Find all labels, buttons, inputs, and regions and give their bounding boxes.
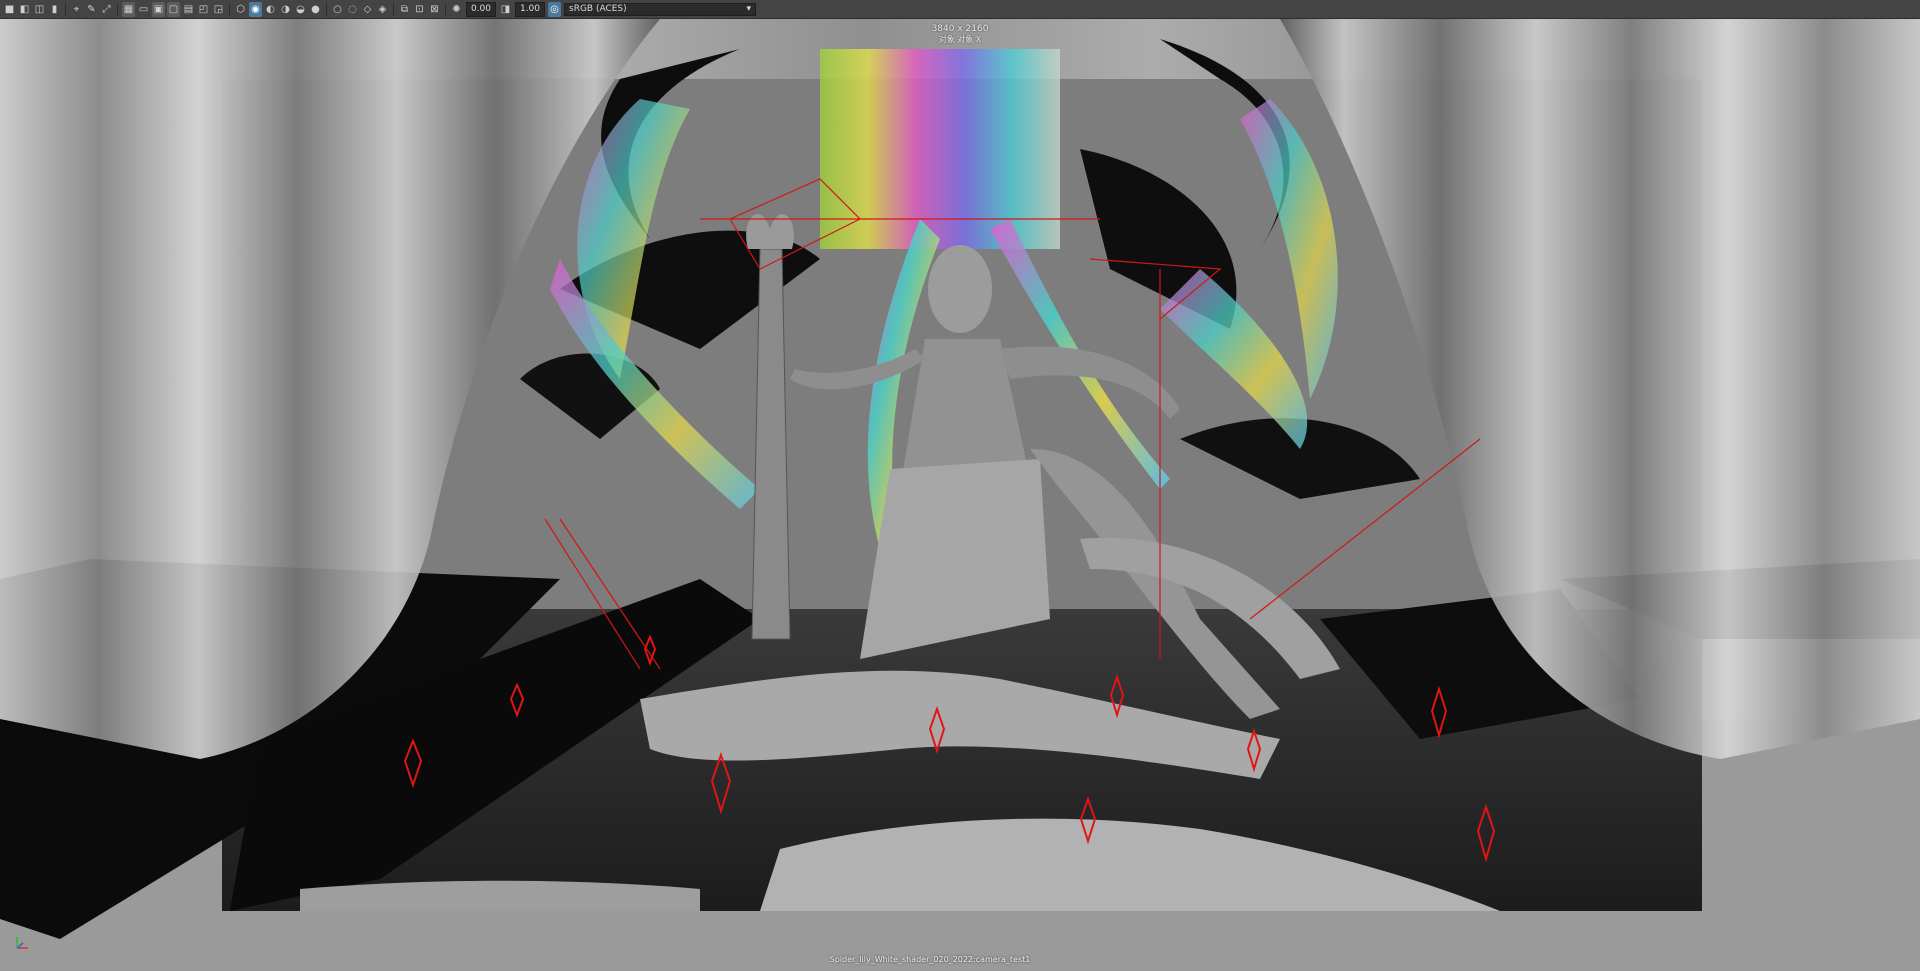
toolbar-divider [117, 2, 118, 16]
wireframe-on-shaded-icon[interactable]: ⊠ [428, 2, 441, 17]
safe-title-icon[interactable]: ◲ [212, 2, 225, 17]
field-chart-icon[interactable]: ▤ [182, 2, 195, 17]
character-head [928, 245, 992, 333]
resolution-label: 3840 x 2160 [931, 24, 989, 34]
textured-icon[interactable]: ◐ [264, 2, 277, 17]
anti-alias-icon[interactable]: ◌ [346, 2, 359, 17]
color-space-value: sRGB (ACES) [569, 4, 627, 14]
camera-attributes-icon[interactable]: ◫ [33, 2, 46, 17]
backface-icon[interactable]: ⊡ [413, 2, 426, 17]
safe-action-icon[interactable]: ◰ [197, 2, 210, 17]
lights-icon[interactable]: ◑ [279, 2, 292, 17]
isolate-icon[interactable]: ◇ [361, 2, 374, 17]
gamma-icon[interactable]: ◨ [499, 2, 512, 17]
viewport-panel-toolbar: ■ ◧ ◫ ▮ ⌖ ✎ ⤢ ▦ ▭ ▣ ▢ ▤ ◰ ◲ ⬡ ◉ ◐ ◑ ◒ ● … [0, 0, 1920, 19]
exposure-icon[interactable]: ✺ [450, 2, 463, 17]
two-d-pan-icon[interactable]: ⤢ [100, 2, 113, 17]
gate-mask-icon[interactable]: ▢ [167, 1, 180, 17]
shadows-icon[interactable]: ◒ [294, 2, 307, 17]
exposure-field[interactable]: 0.00 [466, 1, 496, 17]
image-plane-icon[interactable]: ⌖ [70, 2, 83, 17]
smooth-shade-icon[interactable]: ◉ [249, 1, 262, 17]
gamma-field[interactable]: 1.00 [515, 1, 545, 17]
view-axis-icon [16, 937, 28, 949]
camera-name-label: Spider_lily_White_shader_020_2022:camera… [829, 955, 1031, 964]
xray-joints-icon[interactable]: ⧉ [398, 2, 411, 17]
viewport-scene [0, 19, 1920, 971]
floor-cloth-front [300, 880, 700, 911]
toolbar-divider [445, 2, 446, 16]
chevron-down-icon: ▾ [746, 4, 751, 14]
wireframe-icon[interactable]: ⬡ [234, 2, 247, 17]
camera-icon[interactable]: ■ [3, 2, 16, 17]
overlay-label: 对象 对象 X [938, 35, 982, 44]
ambient-occlusion-icon[interactable]: ● [309, 2, 322, 17]
select-camera-icon[interactable]: ◧ [18, 2, 31, 17]
grid-icon[interactable]: ▦ [122, 1, 135, 17]
toolbar-divider [65, 2, 66, 16]
resolution-gate-icon[interactable]: ▣ [152, 1, 165, 17]
film-gate-icon[interactable]: ▭ [137, 2, 150, 17]
colorspace-icon[interactable]: ◎ [548, 1, 561, 17]
color-space-dropdown[interactable]: sRGB (ACES) ▾ [564, 2, 756, 16]
xray-icon[interactable]: ◈ [376, 2, 389, 17]
3d-viewport[interactable]: 3840 x 2160 对象 对象 X Spider_lily_White_sh… [0, 19, 1920, 971]
toolbar-divider [326, 2, 327, 16]
toolbar-divider [229, 2, 230, 16]
grease-pencil-icon[interactable]: ✎ [85, 2, 98, 17]
toolbar-divider [393, 2, 394, 16]
bookmark-icon[interactable]: ▮ [48, 2, 61, 17]
motion-blur-icon[interactable]: ○ [331, 2, 344, 17]
